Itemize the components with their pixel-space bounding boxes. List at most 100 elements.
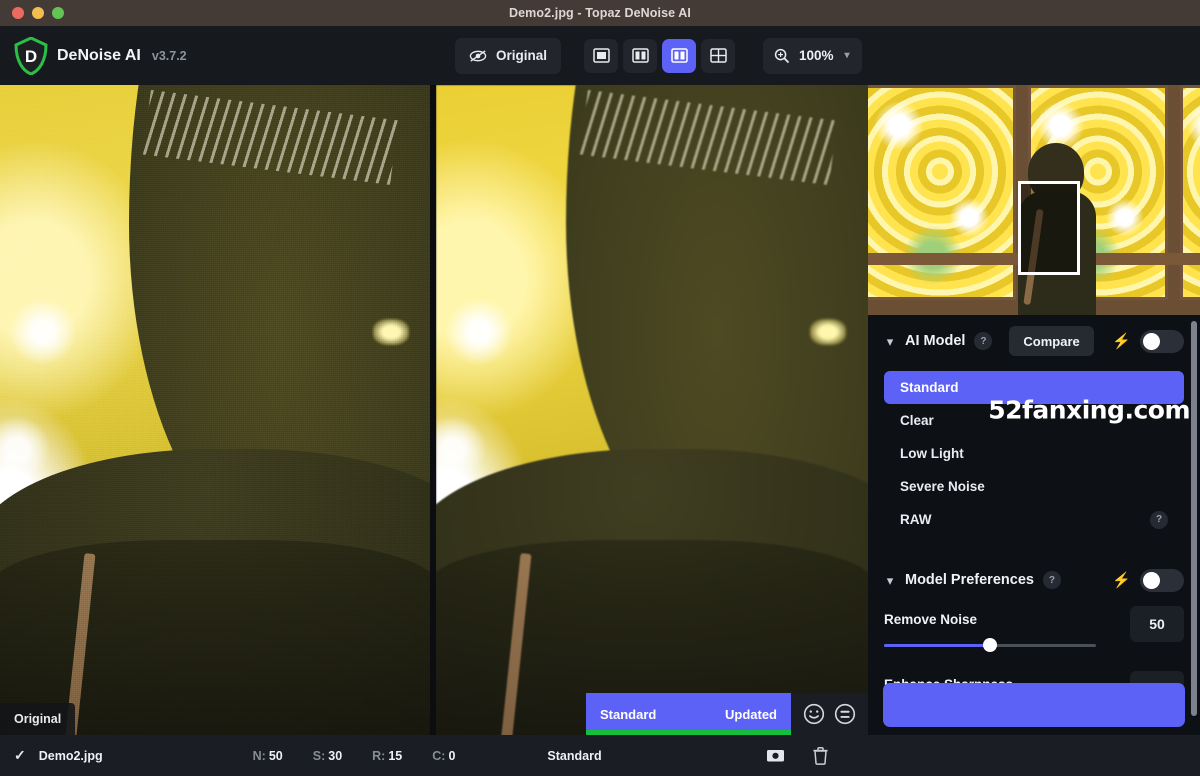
navigator-preview[interactable] (868, 85, 1200, 315)
model-preferences-auto-toggle[interactable] (1140, 568, 1184, 592)
slider-handle[interactable] (983, 638, 997, 652)
highlight-speck (372, 319, 409, 345)
neutral-face-icon[interactable] (834, 703, 856, 725)
model-label: Severe Noise (900, 479, 985, 494)
param-recover-detail: R: 15 (372, 749, 402, 763)
ai-model-auto-controls: ⚡ (1112, 329, 1184, 353)
param-key: C: (432, 748, 446, 763)
model-label: RAW (900, 512, 932, 527)
original-preview-pane[interactable]: Original (0, 85, 430, 735)
split-pane-icon (631, 48, 649, 63)
smiley-face-icon[interactable] (803, 703, 825, 725)
trash-icon[interactable] (811, 746, 830, 765)
quad-pane-view-button[interactable] (701, 38, 736, 73)
zoom-level-value: 100% (799, 48, 834, 63)
remove-noise-control: Remove Noise 50 (884, 606, 1184, 660)
settings-panel: ▾ AI Model ? Compare ⚡ Standard Clear Lo… (868, 85, 1200, 735)
single-pane-icon (592, 48, 610, 63)
subject-silhouette-processed (436, 85, 868, 735)
window-title: Demo2.jpg - Topaz DeNoise AI (509, 6, 691, 20)
stained-glass-window-right (1180, 85, 1200, 300)
quad-pane-icon (709, 48, 727, 63)
original-image (0, 85, 430, 735)
param-value: 0 (448, 748, 456, 763)
svg-text:D: D (25, 47, 37, 66)
panel-scroll-region: ▾ AI Model ? Compare ⚡ Standard Clear Lo… (868, 315, 1200, 717)
chevron-down-icon[interactable]: ▾ (884, 574, 896, 587)
checkmark-icon: ✓ (14, 747, 26, 763)
result-model-label: Standard (600, 706, 657, 722)
param-value: 15 (388, 748, 403, 763)
status-file-name: Demo2.jpg (38, 748, 103, 763)
remove-noise-label: Remove Noise (884, 612, 978, 627)
toggle-knob (1143, 571, 1160, 589)
result-badge[interactable]: Standard Updated (586, 693, 791, 735)
window-titlebar: Demo2.jpg - Topaz DeNoise AI (0, 0, 1200, 26)
slider-fill (884, 644, 990, 647)
lightning-bolt-icon: ⚡ (1112, 572, 1131, 589)
model-option-raw[interactable]: RAW ? (884, 503, 1184, 536)
processed-preview-pane[interactable]: Standard Updated (436, 85, 868, 735)
param-key: S: (312, 748, 326, 763)
ai-model-section-header: ▾ AI Model ? Compare ⚡ (884, 315, 1184, 367)
model-preferences-section-header: ▾ Model Preferences ? ⚡ (884, 554, 1184, 606)
compare-button[interactable]: Compare (1009, 326, 1094, 356)
ai-model-title: AI Model (905, 333, 966, 349)
feedback-buttons (791, 693, 868, 735)
param-value: 30 (328, 748, 343, 763)
remove-noise-slider[interactable] (884, 638, 1096, 652)
eye-slash-icon (469, 49, 487, 62)
subject-silhouette (0, 85, 430, 735)
side-by-side-icon (670, 48, 688, 63)
toggle-knob (1143, 332, 1160, 350)
processed-image (436, 85, 868, 735)
panel-scrollbar[interactable] (1191, 321, 1197, 716)
navigator-selection-box[interactable] (1018, 181, 1080, 275)
model-option-low-light[interactable]: Low Light (884, 437, 1184, 470)
save-image-button[interactable] (883, 682, 1185, 727)
model-option-severe-noise[interactable]: Severe Noise (884, 470, 1184, 503)
app-brand: D DeNoise AI v3.7.2 (14, 36, 187, 75)
app-body: Original Standard Updated ▾ AI Model ? C… (0, 85, 1200, 735)
result-status-label: Updated (725, 706, 777, 722)
toolbar-controls: Original 100% ▾ (455, 26, 862, 85)
param-color-noise: C: 0 (432, 749, 455, 763)
ai-model-auto-toggle[interactable] (1140, 329, 1184, 353)
model-preferences-help-icon[interactable]: ? (1042, 571, 1061, 589)
chevron-down-icon[interactable]: ▾ (884, 335, 896, 348)
model-label: Clear (900, 413, 934, 428)
status-parameters: N: 50 S: 30 R: 15 C: 0 (253, 749, 456, 763)
toggle-original-button[interactable]: Original (455, 37, 562, 74)
preview-area: Original Standard Updated (0, 85, 868, 735)
param-value: 50 (268, 748, 283, 763)
model-preferences-title: Model Preferences (905, 572, 1034, 588)
ai-model-help-icon[interactable]: ? (974, 332, 993, 350)
model-preferences-auto-controls: ⚡ (1112, 568, 1184, 592)
split-pane-view-button[interactable] (623, 38, 658, 73)
side-by-side-view-button[interactable] (662, 38, 697, 73)
chevron-down-icon: ▾ (844, 50, 850, 61)
raw-help-icon[interactable]: ? (1150, 510, 1168, 529)
app-name: DeNoise AI (57, 46, 141, 64)
model-label: Low Light (900, 446, 964, 461)
status-action-buttons (766, 746, 1186, 765)
snapshot-icon[interactable] (766, 746, 785, 765)
denoise-ai-window: Demo2.jpg - Topaz DeNoise AI D DeNoise A… (0, 0, 1200, 776)
param-sharpness: S: 30 (313, 749, 342, 763)
panel-footer: 52fanxing.com (868, 396, 1200, 735)
highlight-speck-processed (810, 319, 847, 345)
zoom-level-control[interactable]: 100% ▾ (763, 37, 862, 74)
processing-progress-bar (586, 730, 791, 735)
remove-noise-value[interactable]: 50 (1130, 606, 1184, 642)
result-status-strip: Standard Updated (586, 693, 868, 735)
param-key: N: (252, 748, 266, 763)
single-pane-view-button[interactable] (584, 38, 619, 73)
param-key: R: (372, 748, 386, 763)
status-bar: ✓ Demo2.jpg N: 50 S: 30 R: 15 C: 0 Standard (0, 735, 1200, 776)
site-watermark: 52fanxing.com (988, 395, 1190, 425)
app-toolbar: D DeNoise AI v3.7.2 Original 100% ▾ (0, 26, 1200, 85)
stained-glass-window-left (868, 85, 1016, 300)
app-version: v3.7.2 (151, 48, 187, 63)
denoise-ai-logo-icon: D (14, 36, 48, 75)
original-button-label: Original (496, 48, 548, 63)
